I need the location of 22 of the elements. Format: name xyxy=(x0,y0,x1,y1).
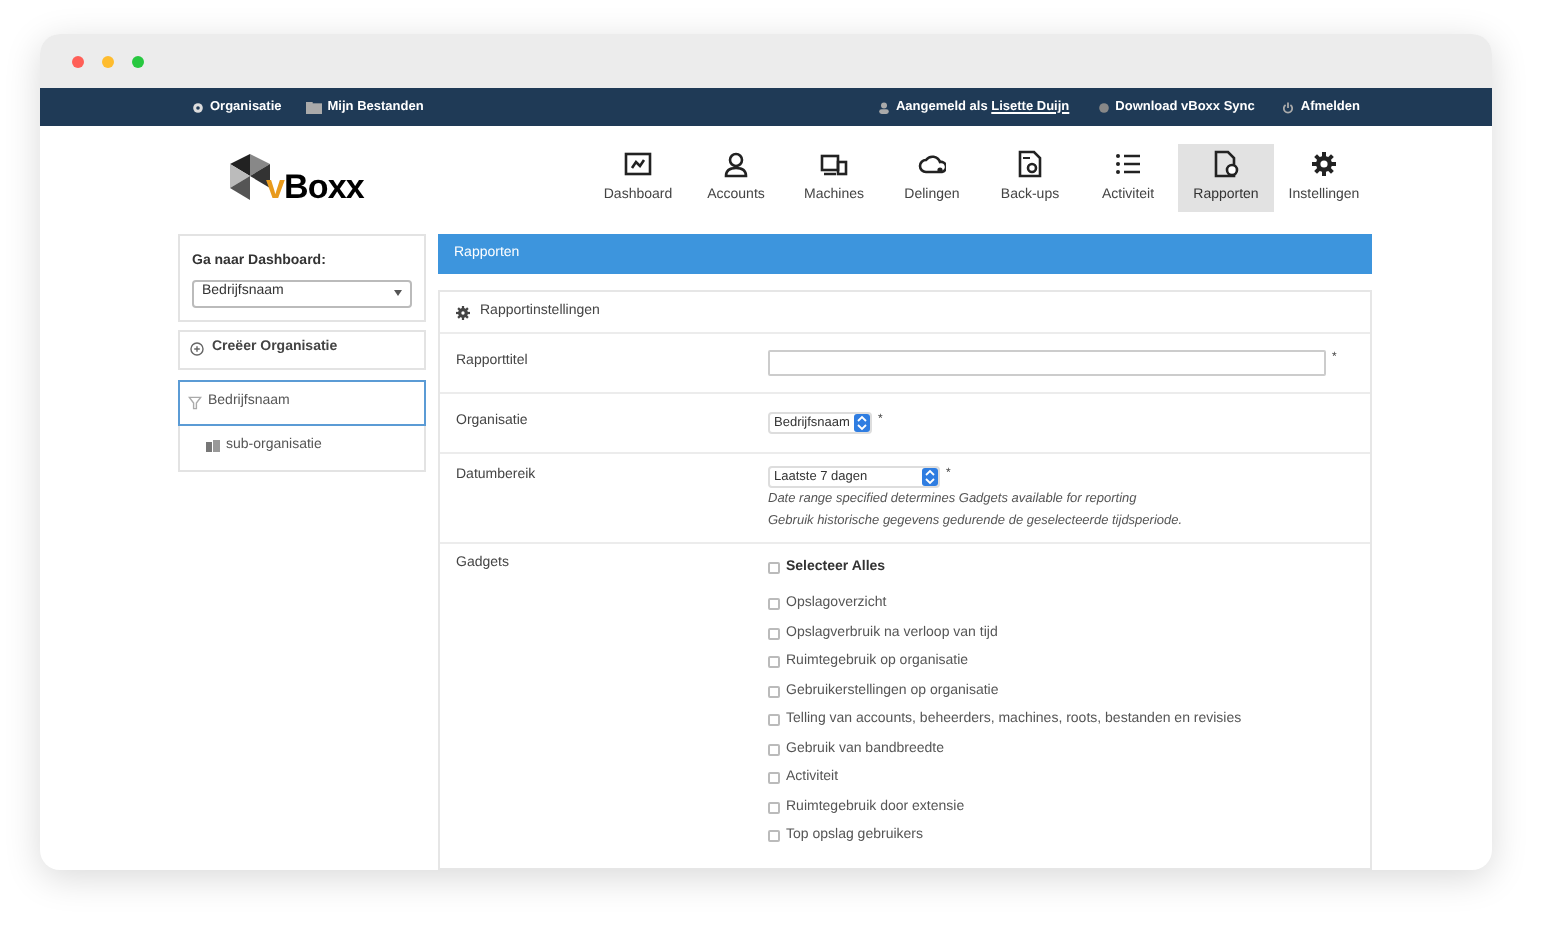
person-icon xyxy=(877,101,890,113)
cloud-share-icon xyxy=(918,149,946,178)
globe-icon xyxy=(192,101,204,113)
logo-text: vBoxx xyxy=(266,166,364,211)
person-icon xyxy=(722,149,750,178)
stepper-icon xyxy=(922,468,938,486)
caret-icon xyxy=(394,290,402,296)
folder-icon xyxy=(305,101,322,113)
stepper-icon xyxy=(853,414,870,432)
list-icon xyxy=(1114,149,1142,178)
report-icon xyxy=(1212,149,1240,178)
text-field[interactable] xyxy=(768,350,1326,376)
gear-icon xyxy=(456,305,470,319)
sync-icon xyxy=(1097,101,1110,113)
building-icon xyxy=(206,440,220,452)
gear-icon xyxy=(1310,149,1338,178)
document-search-icon xyxy=(1016,149,1044,178)
funnel-icon xyxy=(188,395,202,409)
plus-circle-icon xyxy=(190,342,204,356)
power-icon xyxy=(1282,101,1295,113)
devices-icon xyxy=(820,149,848,178)
dashboard-icon xyxy=(624,149,652,178)
